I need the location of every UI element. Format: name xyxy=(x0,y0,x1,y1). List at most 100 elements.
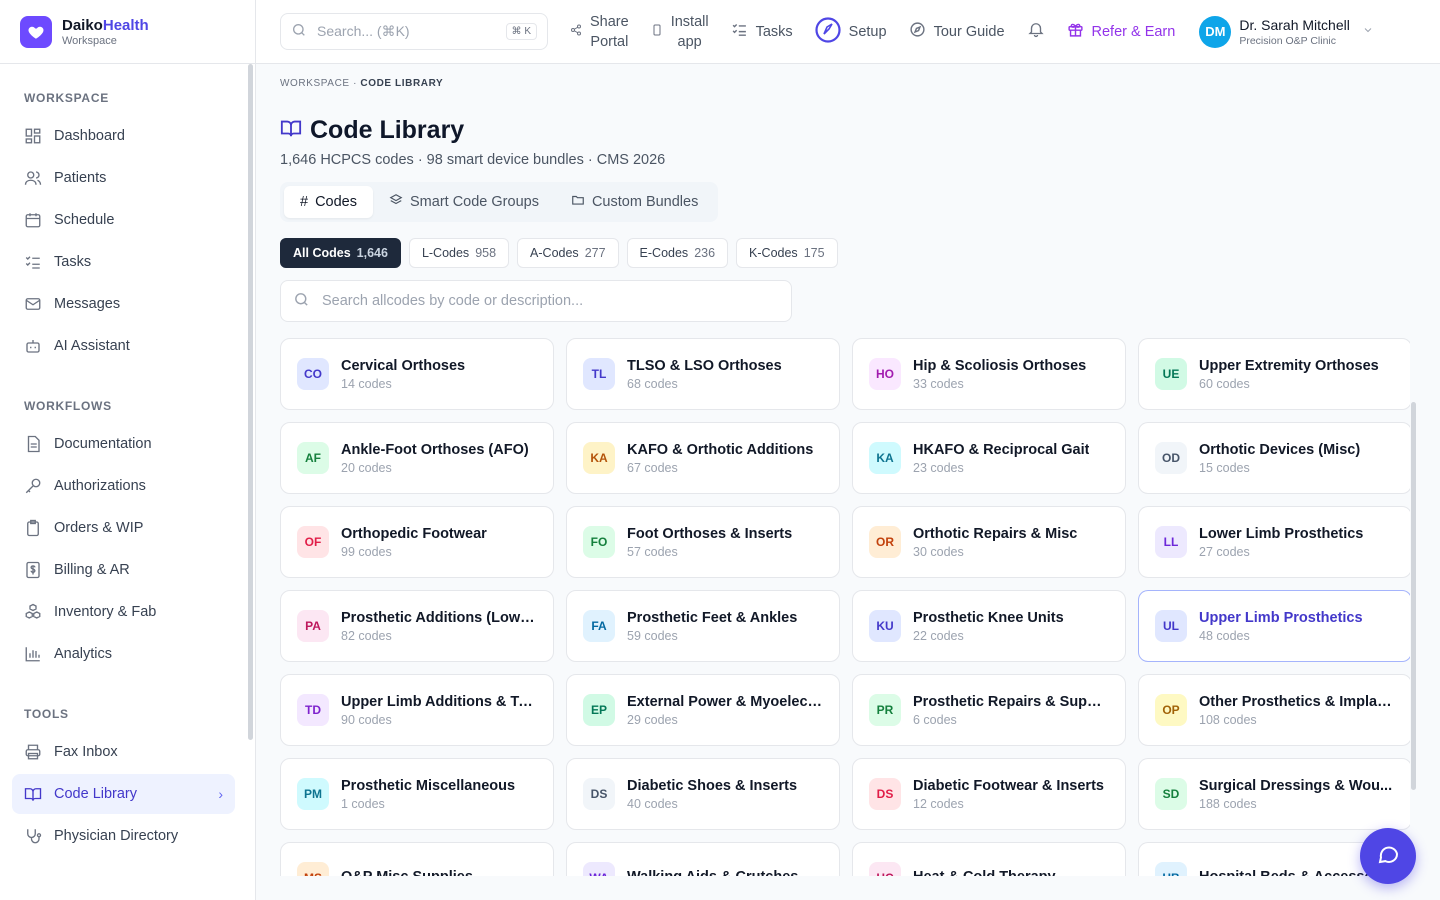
category-card[interactable]: PA Prosthetic Additions (Lower) 82 codes xyxy=(280,590,554,662)
tab-codes-label: Codes xyxy=(315,194,357,210)
sidebar-scrollbar[interactable] xyxy=(248,64,253,740)
brand-header[interactable]: DaikoHealth Workspace xyxy=(0,0,255,64)
category-card[interactable]: FO Foot Orthoses & Inserts 57 codes xyxy=(566,506,840,578)
sidebar-item-authorizations[interactable]: Authorizations xyxy=(12,466,235,506)
category-card[interactable]: UE Upper Extremity Orthoses 60 codes xyxy=(1138,338,1410,410)
breadcrumb-root[interactable]: WORKSPACE xyxy=(280,78,350,89)
filter-chip-e-codes[interactable]: E-Codes 236 xyxy=(626,238,729,268)
category-badge: FA xyxy=(583,610,615,642)
setup-button[interactable]: Setup xyxy=(815,16,887,47)
sidebar-item-label: AI Assistant xyxy=(54,338,130,354)
user-menu[interactable]: DM Dr. Sarah Mitchell Precision O&P Clin… xyxy=(1199,15,1374,48)
category-count: 33 codes xyxy=(913,376,964,391)
sidebar-item-documentation[interactable]: Documentation xyxy=(12,424,235,464)
sidebar-item-label: Fax Inbox xyxy=(54,744,118,760)
category-card[interactable]: KU Prosthetic Knee Units 22 codes xyxy=(852,590,1126,662)
search-shortcut-badge: ⌘ K xyxy=(505,23,537,40)
boxes-icon xyxy=(24,603,42,621)
category-card[interactable]: TD Upper Limb Additions & Te... 90 codes xyxy=(280,674,554,746)
sidebar-item-billing-ar[interactable]: Billing & AR xyxy=(12,550,235,590)
category-badge: AF xyxy=(297,442,329,474)
category-card[interactable]: DS Diabetic Footwear & Inserts 12 codes xyxy=(852,758,1126,830)
filter-chip-all-codes[interactable]: All Codes 1,646 xyxy=(280,238,401,268)
sidebar-item-inventory-fab[interactable]: Inventory & Fab xyxy=(12,592,235,632)
sidebar-item-tasks[interactable]: Tasks xyxy=(12,242,235,282)
category-card[interactable]: MS O&P Misc Supplies xyxy=(280,842,554,876)
chevron-down-icon xyxy=(1362,23,1374,41)
sidebar-item-label: Tasks xyxy=(54,254,92,270)
refer-earn-button[interactable]: Refer & Earn xyxy=(1067,21,1175,42)
category-card[interactable]: DS Diabetic Shoes & Inserts 40 codes xyxy=(566,758,840,830)
category-card[interactable]: PR Prosthetic Repairs & Suppl... 6 codes xyxy=(852,674,1126,746)
category-badge: PR xyxy=(869,694,901,726)
category-card[interactable]: AF Ankle-Foot Orthoses (AFO) 20 codes xyxy=(280,422,554,494)
sidebar-item-label: Messages xyxy=(54,296,121,312)
category-name: Prosthetic Repairs & Suppl... xyxy=(913,693,1109,710)
category-badge: PM xyxy=(297,778,329,810)
category-badge: OR xyxy=(869,526,901,558)
filter-chip-count: 175 xyxy=(803,246,825,260)
sidebar-item-messages[interactable]: Messages xyxy=(12,284,235,324)
search-icon xyxy=(293,291,310,312)
category-card[interactable]: LL Lower Limb Prosthetics 27 codes xyxy=(1138,506,1410,578)
category-card[interactable]: FA Prosthetic Feet & Ankles 59 codes xyxy=(566,590,840,662)
category-badge: TL xyxy=(583,358,615,390)
category-name: Prosthetic Feet & Ankles xyxy=(627,609,798,626)
category-badge: UL xyxy=(1155,610,1187,642)
category-card[interactable]: HC Heat & Cold Therapy xyxy=(852,842,1126,876)
grid-scrollbar[interactable] xyxy=(1411,402,1416,790)
layers-icon xyxy=(389,193,403,211)
category-card[interactable]: CO Cervical Orthoses 14 codes xyxy=(280,338,554,410)
category-name: O&P Misc Supplies xyxy=(341,869,473,877)
sidebar-item-orders-wip[interactable]: Orders & WIP xyxy=(12,508,235,548)
filter-chip-count: 958 xyxy=(475,246,497,260)
sidebar-item-dashboard[interactable]: Dashboard xyxy=(12,116,235,156)
tab-custom-bundles[interactable]: Custom Bundles xyxy=(555,186,714,218)
filter-chip-k-codes[interactable]: K-Codes 175 xyxy=(736,238,838,268)
tab-codes[interactable]: # Codes xyxy=(284,186,373,218)
category-card[interactable]: OF Orthopedic Footwear 99 codes xyxy=(280,506,554,578)
category-card[interactable]: OR Orthotic Repairs & Misc 30 codes xyxy=(852,506,1126,578)
category-card[interactable]: UL Upper Limb Prosthetics 48 codes xyxy=(1138,590,1410,662)
sidebar-item-patients[interactable]: Patients xyxy=(12,158,235,198)
filter-chip-l-codes[interactable]: L-Codes 958 xyxy=(408,238,510,268)
sidebar-item-schedule[interactable]: Schedule xyxy=(12,200,235,240)
category-card[interactable]: TL TLSO & LSO Orthoses 68 codes xyxy=(566,338,840,410)
category-card[interactable]: KA HKAFO & Reciprocal Gait 23 codes xyxy=(852,422,1126,494)
chat-bubble-icon xyxy=(1376,842,1400,871)
sidebar-item-fax-inbox[interactable]: Fax Inbox xyxy=(12,732,235,772)
sidebar-section-title: WORKSPACE xyxy=(24,91,109,105)
sidebar-item-code-library[interactable]: Code Library › xyxy=(12,774,235,814)
category-card[interactable]: KA KAFO & Orthotic Additions 67 codes xyxy=(566,422,840,494)
category-badge: KU xyxy=(869,610,901,642)
page-subtitle: 1,646 HCPCS codes · 98 smart device bund… xyxy=(280,152,666,168)
category-card[interactable]: OP Other Prosthetics & Implants 108 code… xyxy=(1138,674,1410,746)
bell-icon[interactable] xyxy=(1027,20,1045,43)
category-card[interactable]: PM Prosthetic Miscellaneous 1 codes xyxy=(280,758,554,830)
sidebar-item-ai-assistant[interactable]: AI Assistant xyxy=(12,326,235,366)
sidebar-item-physician-directory[interactable]: Physician Directory xyxy=(12,816,235,856)
filter-chip-a-codes[interactable]: A-Codes 277 xyxy=(517,238,619,268)
tour-guide-button[interactable]: Tour Guide xyxy=(909,21,1005,42)
install-app-button[interactable]: Install app xyxy=(651,12,709,52)
category-badge: HO xyxy=(869,358,901,390)
tasks-button[interactable]: Tasks xyxy=(731,21,793,42)
category-card[interactable]: EP External Power & Myoelect... 29 codes xyxy=(566,674,840,746)
sidebar-item-label: Documentation xyxy=(54,436,152,452)
printer-icon xyxy=(24,743,42,761)
category-card[interactable]: WA Walking Aids & Crutches xyxy=(566,842,840,876)
sidebar-item-label: Physician Directory xyxy=(54,828,179,844)
share-portal-button[interactable]: Share Portal xyxy=(570,12,629,52)
category-card[interactable]: SD Surgical Dressings & Wou... 188 codes xyxy=(1138,758,1410,830)
tab-smart-code-groups[interactable]: Smart Code Groups xyxy=(373,186,555,218)
tab-smart-code-groups-label: Smart Code Groups xyxy=(410,194,539,210)
global-search-input[interactable]: Search... (⌘K) ⌘ K xyxy=(280,13,548,50)
code-search-input[interactable]: Search allcodes by code or description..… xyxy=(280,280,792,322)
category-name: Orthopedic Footwear xyxy=(341,525,487,542)
mail-icon xyxy=(24,295,42,313)
chat-button[interactable] xyxy=(1360,828,1416,884)
category-card[interactable]: OD Orthotic Devices (Misc) 15 codes xyxy=(1138,422,1410,494)
sidebar-item-analytics[interactable]: Analytics xyxy=(12,634,235,674)
sidebar-item-label: Billing & AR xyxy=(54,562,130,578)
category-card[interactable]: HO Hip & Scoliosis Orthoses 33 codes xyxy=(852,338,1126,410)
